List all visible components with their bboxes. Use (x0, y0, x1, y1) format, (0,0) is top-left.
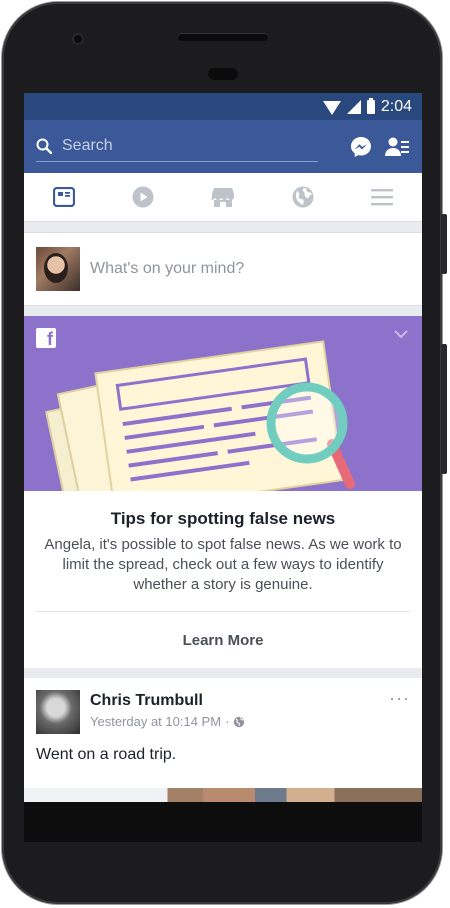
newspaper-magnifier-illustration (45, 340, 355, 491)
search-placeholder: Search (62, 137, 113, 154)
globe-icon (292, 186, 314, 208)
feed-post: Chris Trumbull Yesterday at 10:14 PM · ·… (24, 678, 422, 802)
signal-icon (346, 99, 361, 114)
hamburger-menu-icon (371, 189, 394, 206)
power-button (441, 344, 447, 474)
post-header: Chris Trumbull Yesterday at 10:14 PM · (36, 690, 410, 734)
clock: 2:04 (380, 97, 412, 115)
search-input[interactable]: Search (36, 131, 318, 162)
front-camera (72, 33, 84, 45)
proximity-sensor (208, 68, 238, 80)
meta-separator: · (225, 714, 230, 729)
tab-bar (24, 173, 422, 222)
news-feed-icon (52, 187, 75, 207)
author-name[interactable]: Chris Trumbull (90, 692, 245, 710)
friend-requests-icon (385, 137, 409, 156)
store-icon (211, 188, 234, 207)
composer-prompt[interactable]: What's on your mind? (90, 260, 244, 278)
tab-notifications[interactable] (283, 177, 323, 217)
tip-card-body: Tips for spotting false news Angela, it'… (24, 491, 422, 612)
post-timestamp: Yesterday at 10:14 PM · (90, 714, 245, 729)
tab-menu[interactable] (362, 177, 402, 217)
post-meta: Chris Trumbull Yesterday at 10:14 PM · (90, 690, 245, 729)
author-avatar[interactable] (36, 690, 80, 734)
friend-requests-button[interactable] (382, 132, 412, 162)
wifi-icon (322, 100, 341, 115)
tab-watch[interactable] (123, 177, 163, 217)
tip-title: Tips for spotting false news (110, 509, 336, 528)
messenger-icon (351, 136, 371, 157)
post-options-icon[interactable]: ··· (389, 688, 410, 709)
earpiece (178, 33, 268, 41)
top-nav: Search (24, 120, 422, 173)
false-news-tip-card: f Tips for spotting false news Angela, i… (24, 316, 422, 668)
volume-button (441, 214, 447, 274)
tip-hero-illustration: f (24, 316, 422, 491)
tab-marketplace[interactable] (203, 177, 243, 217)
play-icon (132, 186, 154, 208)
messenger-button[interactable] (346, 132, 376, 162)
public-globe-icon (234, 716, 245, 727)
status-bar: 2:04 (24, 93, 422, 120)
post-text: Went on a road trip. (36, 746, 177, 763)
battery-icon (366, 97, 375, 114)
tip-description: Angela, it's possible to spot false news… (44, 536, 402, 593)
app-screen: 2:04 Search What's on your mind? f Tips … (24, 93, 422, 802)
post-photo[interactable] (24, 788, 422, 802)
user-avatar[interactable] (36, 247, 80, 291)
status-composer[interactable]: What's on your mind? (24, 232, 422, 306)
post-time-text[interactable]: Yesterday at 10:14 PM (90, 714, 221, 729)
learn-more-button[interactable]: Learn More (24, 612, 422, 668)
tab-news-feed[interactable] (44, 177, 84, 217)
search-icon (36, 138, 52, 154)
phone-bottom-bezel (24, 802, 422, 842)
